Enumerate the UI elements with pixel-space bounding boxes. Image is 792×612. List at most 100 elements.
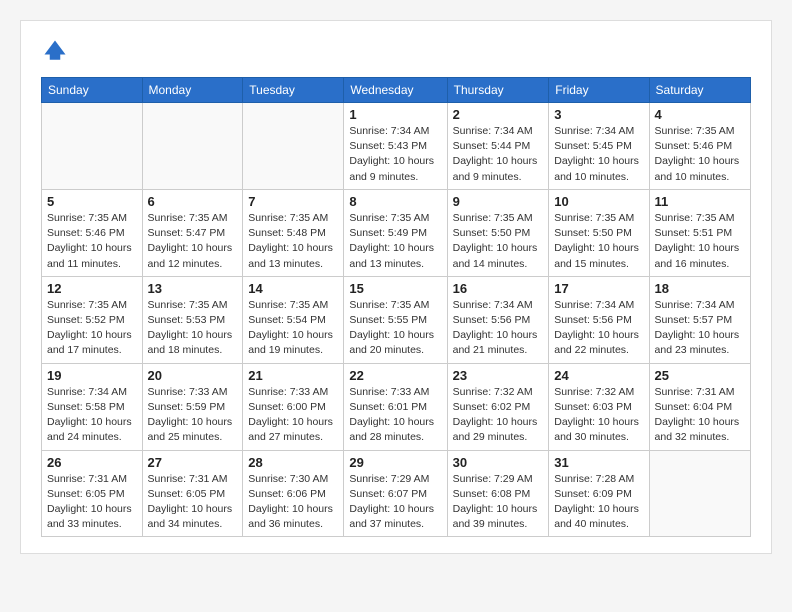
day-header-sunday: Sunday (42, 78, 143, 103)
calendar-table: SundayMondayTuesdayWednesdayThursdayFrid… (41, 77, 751, 537)
day-number: 23 (453, 368, 544, 383)
day-number: 16 (453, 281, 544, 296)
day-info: Sunrise: 7:35 AMSunset: 5:46 PMDaylight:… (655, 124, 745, 185)
day-number: 5 (47, 194, 137, 209)
calendar-week-row: 1Sunrise: 7:34 AMSunset: 5:43 PMDaylight… (42, 103, 751, 190)
calendar-cell (243, 103, 344, 190)
calendar-cell: 25 Sunrise: 7:31 AMSunset: 6:04 PMDayligh… (649, 363, 750, 450)
calendar-week-row: 19 Sunrise: 7:34 AMSunset: 5:58 PMDayligh… (42, 363, 751, 450)
day-header-friday: Friday (549, 78, 649, 103)
day-number: 11 (655, 194, 745, 209)
calendar-cell: 18 Sunrise: 7:34 AMSunset: 5:57 PMDayligh… (649, 276, 750, 363)
calendar-cell (42, 103, 143, 190)
day-number: 18 (655, 281, 745, 296)
calendar-week-row: 12 Sunrise: 7:35 AMSunset: 5:52 PMDayligh… (42, 276, 751, 363)
day-info: Sunrise: 7:35 AMSunset: 5:50 PMDaylight:… (453, 211, 544, 272)
day-info: Sunrise: 7:31 AMSunset: 6:05 PMDaylight:… (47, 472, 137, 533)
day-info: Sunrise: 7:31 AMSunset: 6:04 PMDaylight:… (655, 385, 745, 446)
day-info: Sunrise: 7:35 AMSunset: 5:48 PMDaylight:… (248, 211, 338, 272)
day-number: 4 (655, 107, 745, 122)
calendar-cell: 21Sunrise: 7:33 AMSunset: 6:00 PMDayligh… (243, 363, 344, 450)
day-info: Sunrise: 7:33 AMSunset: 6:01 PMDaylight:… (349, 385, 441, 446)
calendar-cell: 15Sunrise: 7:35 AMSunset: 5:55 PMDayligh… (344, 276, 447, 363)
day-number: 9 (453, 194, 544, 209)
calendar-cell: 19 Sunrise: 7:34 AMSunset: 5:58 PMDayligh… (42, 363, 143, 450)
calendar-cell: 26 Sunrise: 7:31 AMSunset: 6:05 PMDayligh… (42, 450, 143, 537)
day-number: 24 (554, 368, 643, 383)
day-info: Sunrise: 7:35 AMSunset: 5:46 PMDaylight:… (47, 211, 137, 272)
day-number: 30 (453, 455, 544, 470)
day-header-thursday: Thursday (447, 78, 549, 103)
calendar-cell: 29 Sunrise: 7:29 AMSunset: 6:07 PMDayligh… (344, 450, 447, 537)
day-number: 31 (554, 455, 643, 470)
calendar-cell: 22 Sunrise: 7:33 AMSunset: 6:01 PMDayligh… (344, 363, 447, 450)
day-info: Sunrise: 7:35 AMSunset: 5:51 PMDaylight:… (655, 211, 745, 272)
day-info: Sunrise: 7:32 AMSunset: 6:02 PMDaylight:… (453, 385, 544, 446)
day-number: 20 (148, 368, 238, 383)
day-number: 13 (148, 281, 238, 296)
day-header-tuesday: Tuesday (243, 78, 344, 103)
day-number: 6 (148, 194, 238, 209)
day-info: Sunrise: 7:34 AMSunset: 5:44 PMDaylight:… (453, 124, 544, 185)
day-info: Sunrise: 7:35 AMSunset: 5:53 PMDaylight:… (148, 298, 238, 359)
day-number: 3 (554, 107, 643, 122)
day-info: Sunrise: 7:29 AMSunset: 6:07 PMDaylight:… (349, 472, 441, 533)
day-number: 25 (655, 368, 745, 383)
day-number: 10 (554, 194, 643, 209)
calendar-cell: 3 Sunrise: 7:34 AMSunset: 5:45 PMDaylight… (549, 103, 649, 190)
calendar-cell: 1Sunrise: 7:34 AMSunset: 5:43 PMDaylight… (344, 103, 447, 190)
logo-icon (41, 37, 69, 65)
calendar-cell: 12 Sunrise: 7:35 AMSunset: 5:52 PMDayligh… (42, 276, 143, 363)
calendar-cell: 20 Sunrise: 7:33 AMSunset: 5:59 PMDayligh… (142, 363, 243, 450)
calendar-container: SundayMondayTuesdayWednesdayThursdayFrid… (20, 20, 772, 554)
day-number: 28 (248, 455, 338, 470)
day-info: Sunrise: 7:35 AMSunset: 5:50 PMDaylight:… (554, 211, 643, 272)
day-info: Sunrise: 7:33 AMSunset: 5:59 PMDaylight:… (148, 385, 238, 446)
calendar-cell (649, 450, 750, 537)
day-info: Sunrise: 7:31 AMSunset: 6:05 PMDaylight:… (148, 472, 238, 533)
day-number: 14 (248, 281, 338, 296)
day-number: 2 (453, 107, 544, 122)
calendar-week-row: 5 Sunrise: 7:35 AMSunset: 5:46 PMDaylight… (42, 189, 751, 276)
calendar-cell: 6Sunrise: 7:35 AMSunset: 5:47 PMDaylight… (142, 189, 243, 276)
day-number: 8 (349, 194, 441, 209)
day-info: Sunrise: 7:35 AMSunset: 5:52 PMDaylight:… (47, 298, 137, 359)
day-info: Sunrise: 7:30 AMSunset: 6:06 PMDaylight:… (248, 472, 338, 533)
day-info: Sunrise: 7:34 AMSunset: 5:45 PMDaylight:… (554, 124, 643, 185)
day-info: Sunrise: 7:35 AMSunset: 5:54 PMDaylight:… (248, 298, 338, 359)
day-number: 29 (349, 455, 441, 470)
day-number: 7 (248, 194, 338, 209)
calendar-cell: 16Sunrise: 7:34 AMSunset: 5:56 PMDayligh… (447, 276, 549, 363)
calendar-cell: 13 Sunrise: 7:35 AMSunset: 5:53 PMDayligh… (142, 276, 243, 363)
day-number: 27 (148, 455, 238, 470)
day-header-wednesday: Wednesday (344, 78, 447, 103)
calendar-cell: 8 Sunrise: 7:35 AMSunset: 5:49 PMDaylight… (344, 189, 447, 276)
calendar-cell: 10 Sunrise: 7:35 AMSunset: 5:50 PMDayligh… (549, 189, 649, 276)
calendar-cell: 23 Sunrise: 7:32 AMSunset: 6:02 PMDayligh… (447, 363, 549, 450)
day-info: Sunrise: 7:28 AMSunset: 6:09 PMDaylight:… (554, 472, 643, 533)
day-header-monday: Monday (142, 78, 243, 103)
calendar-cell: 4 Sunrise: 7:35 AMSunset: 5:46 PMDaylight… (649, 103, 750, 190)
calendar-cell: 2 Sunrise: 7:34 AMSunset: 5:44 PMDaylight… (447, 103, 549, 190)
day-info: Sunrise: 7:34 AMSunset: 5:56 PMDaylight:… (554, 298, 643, 359)
day-info: Sunrise: 7:33 AMSunset: 6:00 PMDaylight:… (248, 385, 338, 446)
day-info: Sunrise: 7:35 AMSunset: 5:55 PMDaylight:… (349, 298, 441, 359)
calendar-cell: 11 Sunrise: 7:35 AMSunset: 5:51 PMDayligh… (649, 189, 750, 276)
day-info: Sunrise: 7:35 AMSunset: 5:49 PMDaylight:… (349, 211, 441, 272)
day-number: 26 (47, 455, 137, 470)
calendar-cell: 30Sunrise: 7:29 AMSunset: 6:08 PMDayligh… (447, 450, 549, 537)
day-info: Sunrise: 7:34 AMSunset: 5:43 PMDaylight:… (349, 124, 441, 185)
calendar-cell: 14 Sunrise: 7:35 AMSunset: 5:54 PMDayligh… (243, 276, 344, 363)
calendar-header-row: SundayMondayTuesdayWednesdayThursdayFrid… (42, 78, 751, 103)
day-header-saturday: Saturday (649, 78, 750, 103)
calendar-cell (142, 103, 243, 190)
logo (41, 37, 73, 65)
day-number: 12 (47, 281, 137, 296)
day-number: 22 (349, 368, 441, 383)
day-info: Sunrise: 7:34 AMSunset: 5:57 PMDaylight:… (655, 298, 745, 359)
calendar-cell: 27 Sunrise: 7:31 AMSunset: 6:05 PMDayligh… (142, 450, 243, 537)
header (41, 37, 751, 65)
day-number: 19 (47, 368, 137, 383)
day-info: Sunrise: 7:34 AMSunset: 5:58 PMDaylight:… (47, 385, 137, 446)
day-number: 17 (554, 281, 643, 296)
